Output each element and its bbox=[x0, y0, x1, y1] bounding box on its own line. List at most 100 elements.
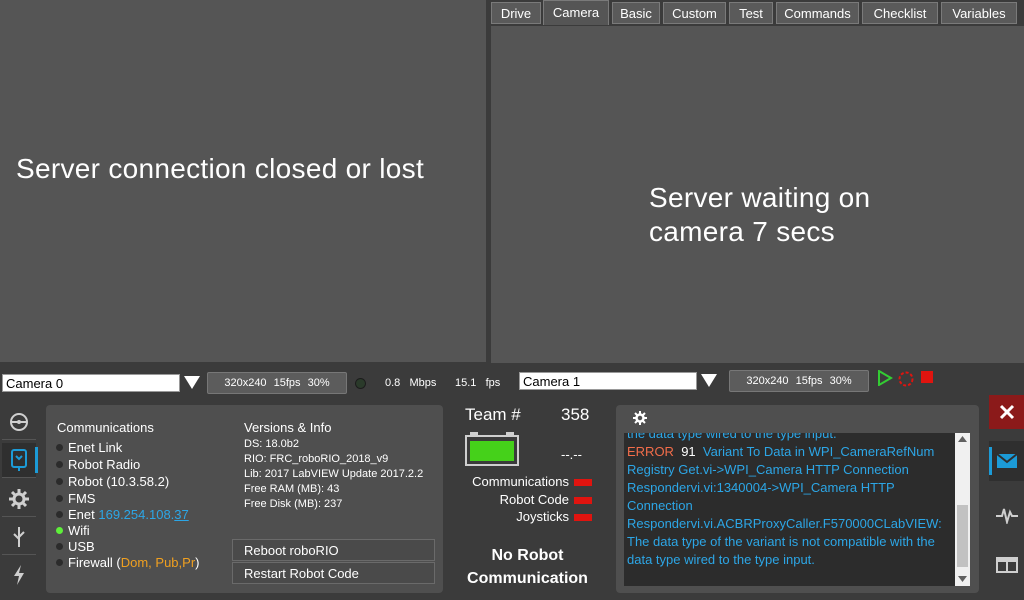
error-code: 91 bbox=[681, 444, 696, 459]
scroll-down-icon[interactable] bbox=[958, 576, 967, 582]
right-icon-bar bbox=[986, 395, 1024, 600]
camera-left-status-message: Server connection closed or lost bbox=[16, 153, 425, 184]
comm-fms: FMS bbox=[56, 490, 95, 507]
enet-link-indicator-icon bbox=[56, 444, 63, 452]
version-ds: DS: 18.0b2 bbox=[244, 438, 300, 450]
gear-icon[interactable] bbox=[633, 411, 647, 425]
robot-radio-indicator-icon bbox=[56, 461, 63, 469]
comm-firewall: Firewall (Dom, Pub,Pr) bbox=[56, 554, 200, 571]
fps-value: 15.1 bbox=[455, 377, 477, 389]
camera-1-fps-setting: 15fps bbox=[795, 375, 823, 387]
message-log[interactable]: the data type wired to the type input. E… bbox=[624, 433, 970, 586]
camera-0-dropdown-arrow-icon[interactable] bbox=[184, 376, 200, 389]
camera-view-left: Server connection closed or lost bbox=[0, 0, 486, 362]
camera-0-fps-readout: 15.1 fps bbox=[455, 377, 500, 389]
tab-custom[interactable]: Custom bbox=[663, 2, 726, 24]
camera-1-resolution: 320x240 bbox=[746, 375, 789, 387]
camera-0-settings-button[interactable]: 320x240 15fps 30% bbox=[207, 372, 347, 394]
firewall-indicator-icon bbox=[56, 559, 63, 567]
firewall-close-paren: ) bbox=[195, 555, 200, 570]
team-number-label: Team # bbox=[465, 405, 521, 424]
messages-tab-button[interactable] bbox=[989, 441, 1024, 481]
status-communications: Communications bbox=[472, 474, 592, 489]
tab-strip: Drive Camera Basic Custom Test Commands … bbox=[491, 0, 1024, 26]
gear-icon[interactable] bbox=[2, 482, 36, 517]
usb-label: USB bbox=[68, 539, 95, 554]
bandwidth-value: 0.8 bbox=[385, 377, 401, 389]
version-lib: Lib: 2017 LabVIEW Update 2017.2.2 bbox=[244, 468, 424, 480]
robot-indicator-icon bbox=[56, 478, 63, 486]
error-label: ERROR bbox=[627, 444, 674, 459]
robot-label: Robot (10.3.58.2) bbox=[68, 474, 170, 489]
camera-1-settings-button[interactable]: 320x240 15fps 30% bbox=[729, 370, 869, 392]
enet-ip-address: 169.254.108. bbox=[98, 507, 175, 522]
camera-0-select[interactable]: Camera 0 bbox=[2, 374, 180, 392]
battery-voltage: --.-- bbox=[561, 447, 582, 462]
wifi-label: Wifi bbox=[68, 523, 90, 538]
charts-tab-button[interactable] bbox=[989, 495, 1024, 535]
steering-wheel-icon[interactable] bbox=[2, 405, 36, 440]
comm-robot-radio: Robot Radio bbox=[56, 456, 140, 473]
close-button[interactable] bbox=[989, 395, 1024, 429]
enet-ip-last-octet: 37 bbox=[174, 507, 189, 522]
tab-variables[interactable]: Variables bbox=[941, 2, 1017, 24]
battery-icon bbox=[465, 432, 519, 466]
tab-test[interactable]: Test bbox=[729, 2, 773, 24]
team-status-panel: Team # 358 --.-- Communications Robot Co… bbox=[450, 400, 610, 595]
version-rio: RIO: FRC_roboRIO_2018_v9 bbox=[244, 453, 389, 465]
comm-enet-link: Enet Link bbox=[56, 439, 122, 456]
reboot-roborio-button[interactable]: Reboot roboRIO bbox=[232, 539, 435, 561]
wifi-indicator-icon bbox=[56, 527, 63, 535]
free-disk: Free Disk (MB): 237 bbox=[244, 498, 343, 510]
waveform-icon bbox=[995, 508, 1018, 524]
camera-1-dropdown-arrow-icon[interactable] bbox=[701, 374, 717, 387]
free-ram: Free RAM (MB): 43 bbox=[244, 483, 340, 495]
close-icon bbox=[999, 404, 1014, 420]
tab-camera[interactable]: Camera bbox=[543, 0, 609, 25]
tab-drive[interactable]: Drive bbox=[491, 2, 541, 24]
split-view-tab-button[interactable] bbox=[989, 545, 1024, 585]
camera-control-row: Camera 0 320x240 15fps 30% 0.8 Mbps 15.1… bbox=[0, 363, 1024, 403]
status-robot-code: Robot Code bbox=[500, 492, 592, 507]
reset-icon[interactable] bbox=[897, 370, 915, 388]
split-window-icon bbox=[995, 557, 1018, 573]
scroll-up-icon[interactable] bbox=[958, 436, 967, 442]
scrollbar-thumb[interactable] bbox=[957, 505, 968, 567]
camera-1-select[interactable]: Camera 1 bbox=[519, 372, 697, 390]
play-icon[interactable] bbox=[877, 370, 893, 386]
status-joysticks: Joysticks bbox=[516, 509, 592, 524]
stop-icon[interactable] bbox=[921, 371, 933, 383]
team-number-value[interactable]: 358 bbox=[561, 405, 589, 425]
tab-commands[interactable]: Commands bbox=[776, 2, 859, 24]
robot-code-lamp-icon bbox=[574, 497, 592, 505]
restart-robot-code-button[interactable]: Restart Robot Code bbox=[232, 562, 435, 584]
tab-checklist[interactable]: Checklist bbox=[862, 2, 938, 24]
power-bolt-icon[interactable] bbox=[2, 558, 36, 592]
joysticks-lamp-icon bbox=[574, 514, 592, 522]
communications-panel: Communications Enet Link Robot Radio Rob… bbox=[46, 405, 443, 593]
enet-link-label: Enet Link bbox=[68, 440, 123, 455]
camera-1-compression: 30% bbox=[829, 375, 852, 387]
enet-label: Enet bbox=[68, 507, 95, 522]
robot-radio-label: Robot Radio bbox=[68, 457, 141, 472]
fms-label: FMS bbox=[68, 491, 96, 506]
comm-wifi: Wifi bbox=[56, 522, 90, 539]
tab-basic[interactable]: Basic bbox=[612, 2, 660, 24]
robot-status-message: No Robot Communication bbox=[450, 544, 605, 590]
active-tab-indicator bbox=[989, 447, 992, 475]
messages-panel: the data type wired to the type input. E… bbox=[616, 405, 979, 593]
status-joysticks-label: Joysticks bbox=[516, 509, 569, 524]
camera-0-compression: 30% bbox=[307, 377, 330, 389]
message-log-scrollbar[interactable] bbox=[955, 433, 970, 586]
fps-unit: fps bbox=[485, 377, 501, 389]
firewall-values: Dom, Pub,Pr bbox=[120, 555, 196, 570]
camera-0-fps-setting: 15fps bbox=[273, 377, 301, 389]
camera-right-status-message: Server waiting on camera 7 secs bbox=[649, 182, 871, 247]
camera-0-bandwidth: 0.8 Mbps bbox=[385, 377, 436, 389]
usb-icon[interactable] bbox=[2, 520, 36, 555]
robot-status-line-1: No Robot bbox=[491, 547, 564, 564]
firewall-label: Firewall ( bbox=[68, 555, 121, 570]
diagnostics-icon[interactable] bbox=[2, 443, 38, 478]
camera-0-status-led-icon bbox=[355, 378, 366, 389]
status-robot-code-label: Robot Code bbox=[499, 492, 569, 507]
